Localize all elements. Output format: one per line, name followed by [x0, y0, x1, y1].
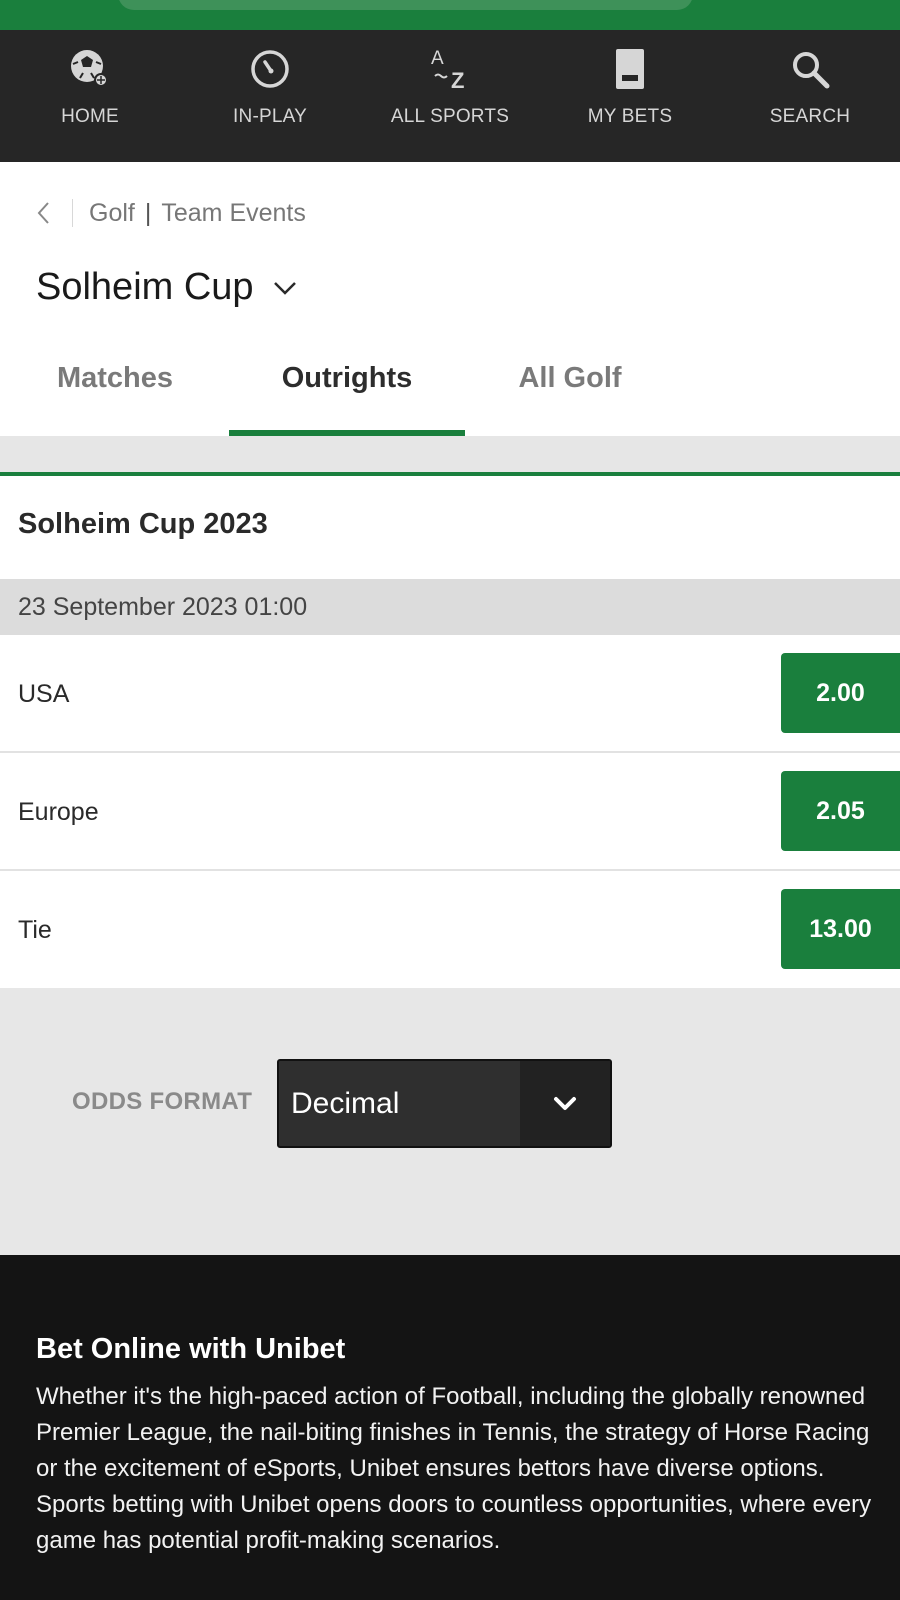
footer-text: Whether it's the high-paced action of Fo…: [36, 1383, 872, 1554]
market-divider: [0, 472, 900, 476]
event-tabs: Matches Outrights All Golf: [0, 340, 900, 436]
nav-my-bets-label: MY BETS: [587, 106, 673, 127]
odds-format-value: Decimal: [291, 1086, 400, 1120]
nav-home-label: HOME: [61, 106, 119, 127]
nav-my-bets[interactable]: MY BETS: [540, 30, 720, 162]
chevron-down-icon[interactable]: [520, 1061, 610, 1146]
breadcrumb-category-link[interactable]: Team Events: [161, 199, 306, 228]
odds-format-label: ODDS FORMAT: [72, 1088, 253, 1115]
tab-all-golf[interactable]: All Golf: [475, 340, 665, 436]
betslip-icon: [607, 46, 653, 92]
odds-format-select[interactable]: Decimal: [277, 1059, 612, 1148]
nav-home[interactable]: HOME: [0, 30, 180, 162]
nav-in-play-label: IN-PLAY: [233, 106, 307, 127]
svg-text:Z: Z: [451, 68, 464, 92]
odds-button[interactable]: 13.00: [781, 889, 900, 969]
svg-text:A: A: [431, 48, 444, 69]
breadcrumb-divider: [72, 199, 73, 227]
breadcrumb-sport-link[interactable]: Golf: [89, 199, 135, 228]
page-title: Solheim Cup: [36, 266, 254, 308]
market-title: Solheim Cup 2023: [18, 508, 268, 540]
footer: Bet Online with Unibet Whether it's the …: [0, 1255, 900, 1600]
nav-all-sports[interactable]: A Z ALL SPORTS: [360, 30, 540, 162]
outcome-name: USA: [18, 679, 70, 708]
url-bar-edge: [118, 0, 693, 10]
tab-matches[interactable]: Matches: [20, 340, 210, 436]
odds-button[interactable]: 2.05: [781, 771, 900, 851]
chevron-down-icon: [272, 274, 300, 302]
event-date: 23 September 2023 01:00: [18, 592, 308, 621]
outcome-row: USA 2.00: [0, 635, 900, 753]
outcome-name: Tie: [18, 915, 52, 944]
breadcrumb-separator: |: [144, 198, 152, 227]
search-icon: [787, 46, 833, 92]
browser-top-strip: [0, 0, 900, 30]
nav-in-play[interactable]: IN-PLAY: [180, 30, 360, 162]
breadcrumb: Golf | Team Events: [36, 196, 306, 230]
outcome-name: Europe: [18, 797, 99, 826]
nav-search[interactable]: SEARCH: [720, 30, 900, 162]
event-date-header: 23 September 2023 01:00: [0, 579, 900, 635]
nav-search-label: SEARCH: [769, 106, 851, 127]
back-chevron-icon[interactable]: [36, 196, 62, 230]
a-z-icon: A Z: [427, 46, 473, 92]
outcome-row: Tie 13.00: [0, 871, 900, 989]
soccer-ball-icon: [67, 46, 113, 92]
main-nav: HOME IN-PLAY A Z ALL SPORTS MY BETS SEAR…: [0, 30, 900, 162]
odds-button[interactable]: 2.00: [781, 653, 900, 733]
event-selector[interactable]: Solheim Cup: [36, 266, 300, 309]
nav-all-sports-label: ALL SPORTS: [390, 106, 510, 127]
footer-title: Bet Online with Unibet: [36, 1333, 346, 1365]
stopwatch-icon: [247, 46, 293, 92]
tab-outrights[interactable]: Outrights: [229, 340, 465, 436]
section-spacer: [0, 436, 900, 474]
outcome-row: Europe 2.05: [0, 753, 900, 871]
